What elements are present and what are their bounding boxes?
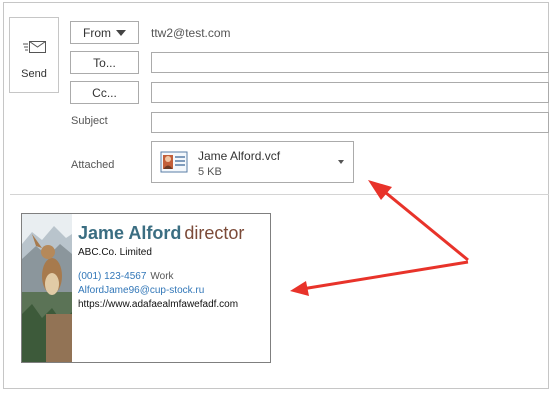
send-mail-icon [23,41,46,53]
contact-website: https://www.adafaealmfawefadf.com [78,299,239,310]
from-address: ttw2@test.com [151,26,231,40]
send-label: Send [21,68,47,80]
contact-title: director [184,223,245,243]
contact-email-link[interactable]: AlfordJame96@cup-stock.ru [78,285,204,296]
attachment-name: Jame Alford.vcf [198,149,281,163]
body-divider [10,194,549,195]
subject-label: Subject [71,115,108,127]
from-label: From [83,25,111,40]
contact-name-line: Jame Alford director [78,223,244,244]
cc-label: Cc... [92,85,117,100]
send-button[interactable]: Send [9,17,59,93]
subject-field[interactable] [151,112,549,133]
contact-name: Jame Alford [78,223,182,243]
to-label: To... [93,55,116,70]
attached-label: Attached [71,159,115,171]
attachment-dropdown-icon[interactable] [338,160,344,164]
contact-company: ABC.Co. Limited [78,247,152,258]
business-card: Jame Alford director ABC.Co. Limited (001… [21,213,271,363]
vcard-icon [160,151,188,173]
contact-phone-line: (001) 123-4567 Work [78,271,174,282]
contact-phone-type: Work [150,271,174,282]
attachment-size: 5 KB [198,166,222,178]
cc-field[interactable] [151,82,549,103]
chevron-down-icon [116,29,126,36]
contact-phone: (001) 123-4567 [78,271,147,282]
from-button[interactable]: From [70,21,139,44]
to-field[interactable] [151,52,549,73]
cc-button[interactable]: Cc... [70,81,139,104]
to-button[interactable]: To... [70,51,139,74]
contact-photo [22,214,72,362]
attachment-item[interactable]: Jame Alford.vcf 5 KB [151,141,354,183]
